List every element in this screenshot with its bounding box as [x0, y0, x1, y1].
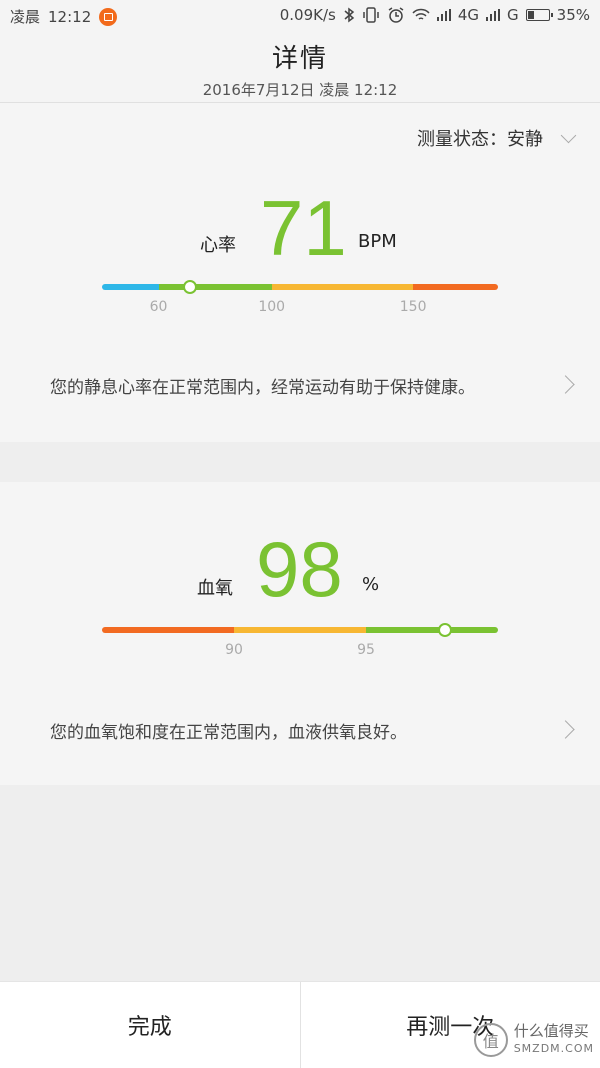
blood-oxygen-scale-segment	[366, 627, 498, 633]
watermark-cn-text: 什么值得买	[514, 1022, 594, 1040]
heart-rate-unit: BPM	[358, 231, 397, 252]
wifi-icon	[412, 8, 430, 22]
vibrate-icon	[362, 7, 380, 23]
page-subtitle: 2016年7月12日 凌晨 12:12	[0, 79, 600, 100]
notification-icon	[99, 8, 117, 26]
heart-rate-scale: 60100150	[102, 284, 498, 290]
blood-oxygen-scale-segment	[102, 627, 234, 633]
bluetooth-icon	[343, 7, 355, 23]
measure-state-dropdown[interactable]: 测量状态：安静	[417, 125, 574, 151]
heart-rate-scale-tick-label: 100	[258, 299, 285, 315]
blood-oxygen-description: 您的血氧饱和度在正常范围内，血液供氧良好。	[50, 718, 407, 743]
blood-oxygen-scale-segment	[234, 627, 366, 633]
blood-oxygen-card: 血氧 98 % 9095 您的血氧饱和度在正常范围内，血液供氧良好。	[0, 482, 600, 785]
battery-icon	[526, 9, 550, 21]
heart-rate-scale-tick-label: 150	[400, 299, 427, 315]
watermark-logo-icon: 值	[474, 1023, 508, 1057]
blood-oxygen-label: 血氧	[197, 574, 233, 600]
blood-oxygen-scale-marker	[438, 623, 452, 637]
heart-rate-label: 心率	[200, 231, 236, 257]
heart-rate-value: 71	[260, 189, 347, 267]
signal-icon-2	[486, 9, 500, 21]
heart-rate-metric: 心率 71 BPM	[0, 183, 600, 273]
battery-percent: 35%	[557, 6, 590, 24]
watermark: 值 什么值得买 SMZDM.COM	[474, 1022, 594, 1058]
signal-icon	[437, 9, 451, 21]
heart-rate-description: 您的静息心率在正常范围内，经常运动有助于保持健康。	[50, 373, 475, 398]
status-bar: 凌晨 12:12 0.09K/s 4G G 35%	[0, 0, 600, 32]
heart-rate-scale-marker	[183, 280, 197, 294]
blood-oxygen-unit: %	[362, 574, 379, 595]
heart-rate-card: 测量状态：安静 心率 71 BPM 60100150 您的静息心率在正常范围内，…	[0, 103, 600, 442]
network-speed: 0.09K/s	[280, 6, 336, 24]
done-button[interactable]: 完成	[0, 982, 300, 1068]
blood-oxygen-scale-tick-label: 95	[357, 642, 375, 658]
measure-state-label: 测量状态：安静	[417, 125, 543, 151]
status-time: 12:12	[48, 8, 91, 26]
signal-g-label: G	[507, 6, 519, 24]
alarm-icon	[387, 6, 405, 24]
watermark-en-text: SMZDM.COM	[514, 1040, 594, 1058]
page-title: 详情	[0, 38, 600, 75]
heart-rate-scale-tick-label: 60	[150, 299, 168, 315]
chevron-right-icon-2[interactable]	[556, 720, 574, 738]
blood-oxygen-value: 98	[256, 530, 343, 608]
blood-oxygen-scale-tick-label: 90	[225, 642, 243, 658]
page-header: 详情 2016年7月12日 凌晨 12:12	[0, 32, 600, 103]
heart-rate-scale-segment	[272, 284, 413, 290]
blood-oxygen-metric: 血氧 98 %	[0, 526, 600, 616]
signal-4g-label: 4G	[458, 6, 479, 24]
blood-oxygen-scale: 9095	[102, 627, 498, 633]
heart-rate-scale-segment	[102, 284, 159, 290]
heart-rate-scale-segment	[159, 284, 272, 290]
chevron-down-icon	[561, 128, 577, 144]
heart-rate-scale-segment	[413, 284, 498, 290]
status-time-of-day: 凌晨	[10, 6, 40, 27]
chevron-right-icon[interactable]	[556, 375, 574, 393]
